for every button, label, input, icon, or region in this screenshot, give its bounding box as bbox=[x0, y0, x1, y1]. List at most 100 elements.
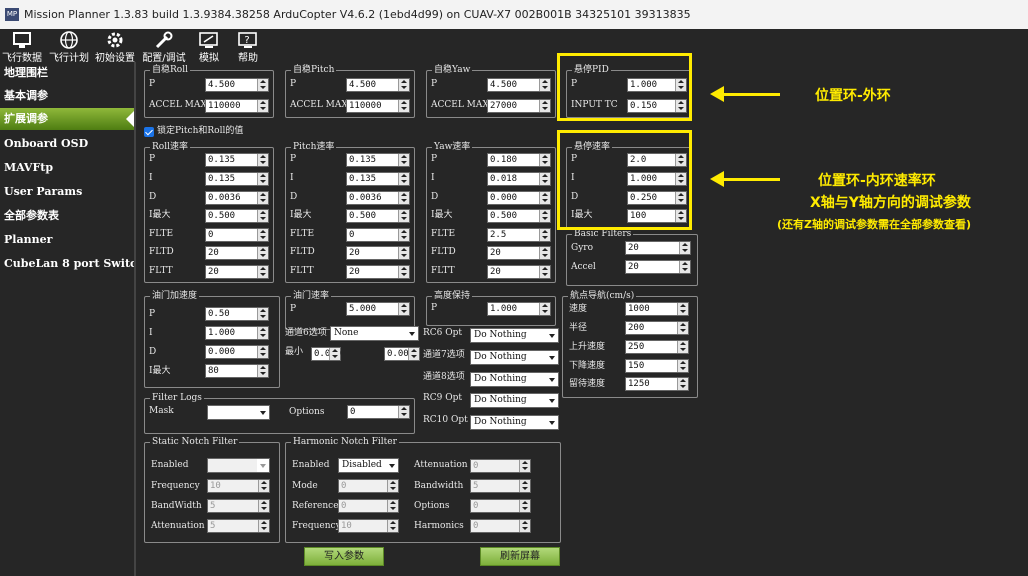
toolbar-simulation[interactable]: 模拟 bbox=[193, 29, 225, 64]
static-notch-frequency-input[interactable]: 10 bbox=[207, 479, 270, 493]
harmonic-notch-mode-input[interactable]: 0 bbox=[338, 479, 399, 493]
yaw-rate-fltt-input[interactable]: 20 bbox=[487, 265, 551, 279]
yaw-rate-fltd-input[interactable]: 20 bbox=[487, 246, 551, 260]
sidebar-item-geofence[interactable]: 地理围栏 bbox=[0, 62, 134, 84]
stab-pitch-accel-input[interactable]: 110000 bbox=[346, 99, 410, 113]
toolbar-flight-data[interactable]: 飞行数据 bbox=[2, 29, 42, 64]
throttle-accel-d-input[interactable]: 0.000 bbox=[205, 345, 269, 359]
spin-buttons-icon[interactable] bbox=[677, 378, 688, 390]
spin-buttons-icon[interactable] bbox=[258, 500, 269, 512]
spin-buttons-icon[interactable] bbox=[677, 360, 688, 372]
pitch-rate-flte-input[interactable]: 0 bbox=[346, 228, 410, 242]
stab-roll-accel-input[interactable]: 110000 bbox=[205, 99, 269, 113]
yaw-rate-p-input[interactable]: 0.180 bbox=[487, 153, 551, 167]
spin-buttons-icon[interactable] bbox=[398, 229, 409, 241]
rc6-option-select[interactable]: Do Nothing bbox=[470, 328, 559, 343]
spin-buttons-icon[interactable] bbox=[677, 322, 688, 334]
spin-buttons-icon[interactable] bbox=[539, 303, 550, 315]
stab-yaw-accel-input[interactable]: 27000 bbox=[487, 99, 551, 113]
rc8-option-select[interactable]: Do Nothing bbox=[470, 372, 559, 387]
pitch-rate-d-input[interactable]: 0.0036 bbox=[346, 191, 410, 205]
spin-buttons-icon[interactable] bbox=[257, 266, 268, 278]
harmonic-notch-attenuation-input[interactable]: 0 bbox=[470, 459, 531, 473]
rc9-option-select[interactable]: Do Nothing bbox=[470, 393, 559, 408]
sidebar-item-full-param-list[interactable]: 全部参数表 bbox=[0, 205, 134, 227]
spin-buttons-icon[interactable] bbox=[539, 154, 550, 166]
toolbar-flight-plan[interactable]: 飞行计划 bbox=[48, 29, 90, 64]
chevron-down-icon[interactable] bbox=[546, 394, 558, 407]
spin-buttons-icon[interactable] bbox=[398, 192, 409, 204]
chevron-down-icon[interactable] bbox=[386, 459, 398, 472]
spin-buttons-icon[interactable] bbox=[519, 480, 530, 492]
chevron-down-icon[interactable] bbox=[546, 329, 558, 342]
roll-rate-i-input[interactable]: 0.135 bbox=[205, 172, 269, 186]
spin-buttons-icon[interactable] bbox=[258, 480, 269, 492]
ch6-max-input[interactable]: 0.000 bbox=[384, 347, 420, 361]
spin-buttons-icon[interactable] bbox=[677, 341, 688, 353]
wpnav-radius-input[interactable]: 200 bbox=[625, 321, 689, 335]
rc10-option-select[interactable]: Do Nothing bbox=[470, 415, 559, 430]
spin-buttons-icon[interactable] bbox=[398, 79, 409, 91]
spin-buttons-icon[interactable] bbox=[539, 100, 550, 112]
throttle-accel-imax-input[interactable]: 80 bbox=[205, 364, 269, 378]
spin-buttons-icon[interactable] bbox=[519, 520, 530, 532]
roll-rate-d-input[interactable]: 0.0036 bbox=[205, 191, 269, 205]
spin-buttons-icon[interactable] bbox=[539, 210, 550, 222]
sidebar-item-basic-tuning[interactable]: 基本调参 bbox=[0, 85, 134, 107]
wpnav-speed-up-input[interactable]: 250 bbox=[625, 340, 689, 354]
pitch-rate-i-input[interactable]: 0.135 bbox=[346, 172, 410, 186]
roll-rate-fltd-input[interactable]: 20 bbox=[205, 246, 269, 260]
sidebar-item-onboard-osd[interactable]: Onboard OSD bbox=[0, 133, 134, 155]
wpnav-loiter-speed-input[interactable]: 1250 bbox=[625, 377, 689, 391]
filter-logs-mask-select[interactable] bbox=[207, 405, 270, 420]
spin-buttons-icon[interactable] bbox=[257, 154, 268, 166]
spin-buttons-icon[interactable] bbox=[398, 100, 409, 112]
harmonic-notch-reference-input[interactable]: 0 bbox=[338, 499, 399, 513]
spin-buttons-icon[interactable] bbox=[677, 303, 688, 315]
sidebar-item-extended-tuning[interactable]: 扩展调参 bbox=[0, 108, 134, 130]
spin-buttons-icon[interactable] bbox=[257, 346, 268, 358]
chevron-down-icon[interactable] bbox=[546, 351, 558, 364]
spin-buttons-icon[interactable] bbox=[398, 247, 409, 259]
chevron-down-icon[interactable] bbox=[406, 327, 418, 340]
roll-rate-fltt-input[interactable]: 20 bbox=[205, 265, 269, 279]
sidebar-item-mavftp[interactable]: MAVFtp bbox=[0, 157, 134, 179]
spin-buttons-icon[interactable] bbox=[398, 154, 409, 166]
chevron-down-icon[interactable] bbox=[257, 459, 269, 472]
throttle-rate-p-input[interactable]: 5.000 bbox=[346, 302, 410, 316]
wpnav-speed-down-input[interactable]: 150 bbox=[625, 359, 689, 373]
spin-buttons-icon[interactable] bbox=[398, 303, 409, 315]
sidebar-item-user-params[interactable]: User Params bbox=[0, 181, 134, 203]
static-notch-attenuation-input[interactable]: 5 bbox=[207, 519, 270, 533]
harmonic-notch-bandwidth-input[interactable]: 5 bbox=[470, 479, 531, 493]
spin-buttons-icon[interactable] bbox=[387, 520, 398, 532]
spin-buttons-icon[interactable] bbox=[539, 173, 550, 185]
spin-buttons-icon[interactable] bbox=[257, 247, 268, 259]
pitch-rate-fltd-input[interactable]: 20 bbox=[346, 246, 410, 260]
harmonic-notch-frequency-input[interactable]: 10 bbox=[338, 519, 399, 533]
refresh-screen-button[interactable]: 刷新屏幕 bbox=[480, 547, 560, 566]
chevron-down-icon[interactable] bbox=[257, 406, 269, 419]
spin-buttons-icon[interactable] bbox=[398, 406, 409, 418]
spin-buttons-icon[interactable] bbox=[539, 192, 550, 204]
spin-buttons-icon[interactable] bbox=[257, 79, 268, 91]
spin-buttons-icon[interactable] bbox=[679, 242, 690, 254]
sidebar-item-cubelan-switch[interactable]: CubeLan 8 port Switch bbox=[0, 253, 145, 275]
spin-buttons-icon[interactable] bbox=[539, 229, 550, 241]
ch6-min-input[interactable]: 0.000 bbox=[311, 347, 341, 361]
pitch-rate-p-input[interactable]: 0.135 bbox=[346, 153, 410, 167]
write-params-button[interactable]: 写入参数 bbox=[304, 547, 384, 566]
spin-buttons-icon[interactable] bbox=[519, 460, 530, 472]
spin-buttons-icon[interactable] bbox=[539, 266, 550, 278]
stab-pitch-p-input[interactable]: 4.500 bbox=[346, 78, 410, 92]
accel-filter-input[interactable]: 20 bbox=[625, 260, 691, 274]
spin-buttons-icon[interactable] bbox=[257, 308, 268, 320]
yaw-rate-d-input[interactable]: 0.000 bbox=[487, 191, 551, 205]
spin-buttons-icon[interactable] bbox=[679, 261, 690, 273]
gyro-filter-input[interactable]: 20 bbox=[625, 241, 691, 255]
spin-buttons-icon[interactable] bbox=[387, 480, 398, 492]
spin-buttons-icon[interactable] bbox=[539, 247, 550, 259]
throttle-accel-i-input[interactable]: 1.000 bbox=[205, 326, 269, 340]
spin-buttons-icon[interactable] bbox=[398, 210, 409, 222]
yaw-rate-imax-input[interactable]: 0.500 bbox=[487, 209, 551, 223]
